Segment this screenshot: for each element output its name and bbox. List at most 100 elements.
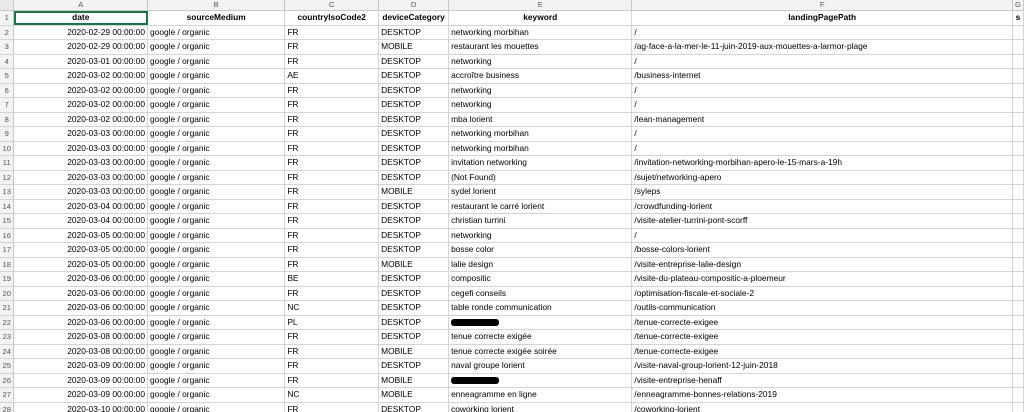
cell-keyword[interactable]: christian turrini (448, 213, 633, 229)
cell-empty[interactable] (1012, 329, 1024, 345)
cell-date[interactable]: 2020-03-03 00:00:00 (13, 170, 148, 185)
cell-country[interactable]: FR (284, 83, 380, 98)
cell-landing-page[interactable]: / (631, 97, 1014, 113)
cell-date[interactable]: 2020-03-02 00:00:00 (13, 68, 148, 84)
cell-source-medium[interactable]: google / organic (147, 344, 286, 359)
cell-keyword[interactable]: mba lorient (448, 112, 633, 127)
cell-country[interactable]: FR (284, 213, 380, 229)
cell-device[interactable]: MOBILE (378, 257, 450, 272)
cell-empty[interactable] (1012, 25, 1024, 40)
cell-device[interactable]: DESKTOP (378, 228, 450, 243)
cell-keyword[interactable]: compositic (448, 271, 633, 287)
cell-country[interactable]: FR (284, 402, 380, 412)
cell-date[interactable]: 2020-03-06 00:00:00 (13, 271, 148, 287)
cell-source-medium[interactable]: google / organic (147, 54, 286, 69)
cell-source-medium[interactable]: google / organic (147, 25, 286, 40)
cell-date[interactable]: 2020-03-09 00:00:00 (13, 387, 148, 403)
cell-keyword[interactable]: naval groupe lorient (448, 358, 633, 374)
header-cell-date[interactable]: date (13, 10, 148, 26)
cell-keyword[interactable]: cegefi conseils (448, 286, 633, 301)
cell-empty[interactable] (1012, 373, 1024, 388)
cell-source-medium[interactable]: google / organic (147, 228, 286, 243)
cell-device[interactable]: DESKTOP (378, 315, 450, 330)
cell-country[interactable]: FR (284, 155, 380, 171)
cell-date[interactable]: 2020-03-04 00:00:00 (13, 199, 148, 214)
cell-landing-page[interactable]: / (631, 83, 1014, 98)
row-number[interactable]: 26 (0, 373, 15, 388)
cell-date[interactable]: 2020-02-29 00:00:00 (13, 39, 148, 55)
cell-landing-page[interactable]: /syleps (631, 184, 1014, 200)
cell-source-medium[interactable]: google / organic (147, 170, 286, 185)
cell-date[interactable]: 2020-03-03 00:00:00 (13, 184, 148, 200)
cell-keyword[interactable]: networking (448, 54, 633, 69)
cell-country[interactable]: FR (284, 242, 380, 258)
cell-empty[interactable] (1012, 39, 1024, 55)
row-number[interactable]: 7 (0, 97, 15, 113)
cell-device[interactable]: DESKTOP (378, 25, 450, 40)
cell-keyword[interactable] (448, 373, 633, 388)
cell-landing-page[interactable]: /tenue-correcte-exigee (631, 329, 1014, 345)
cell-country[interactable]: FR (284, 25, 380, 40)
cell-device[interactable]: DESKTOP (378, 126, 450, 142)
cell-source-medium[interactable]: google / organic (147, 300, 286, 316)
cell-country[interactable]: FR (284, 184, 380, 200)
cell-landing-page[interactable]: /enneagramme-bonnes-relations-2019 (631, 387, 1014, 403)
cell-date[interactable]: 2020-03-05 00:00:00 (13, 242, 148, 258)
cell-source-medium[interactable]: google / organic (147, 358, 286, 374)
cell-source-medium[interactable]: google / organic (147, 271, 286, 287)
header-cell-sourcemedium[interactable]: sourceMedium (147, 10, 286, 26)
cell-source-medium[interactable]: google / organic (147, 97, 286, 113)
cell-empty[interactable] (1012, 68, 1024, 84)
cell-keyword[interactable]: restaurant les mouettes (448, 39, 633, 55)
cell-date[interactable]: 2020-03-10 00:00:00 (13, 402, 148, 412)
header-cell-landingpagepath[interactable]: landingPagePath (631, 10, 1014, 26)
cell-landing-page[interactable]: /coworking-lorient (631, 402, 1014, 412)
cell-country[interactable]: FR (284, 126, 380, 142)
row-number[interactable]: 14 (0, 199, 15, 214)
row-number[interactable]: 11 (0, 155, 15, 171)
cell-device[interactable]: DESKTOP (378, 402, 450, 412)
cell-source-medium[interactable]: google / organic (147, 126, 286, 142)
cell-keyword[interactable] (448, 315, 633, 330)
cell-country[interactable]: FR (284, 39, 380, 55)
cell-date[interactable]: 2020-02-29 00:00:00 (13, 25, 148, 40)
cell-device[interactable]: DESKTOP (378, 112, 450, 127)
cell-date[interactable]: 2020-03-02 00:00:00 (13, 112, 148, 127)
header-cell-devicecategory[interactable]: deviceCategory (378, 10, 450, 26)
cell-device[interactable]: DESKTOP (378, 83, 450, 98)
cell-landing-page[interactable]: /business-internet (631, 68, 1014, 84)
cell-device[interactable]: DESKTOP (378, 329, 450, 345)
cell-country[interactable]: FR (284, 373, 380, 388)
cell-device[interactable]: DESKTOP (378, 170, 450, 185)
cell-keyword[interactable]: coworking lorient (448, 402, 633, 412)
cell-source-medium[interactable]: google / organic (147, 373, 286, 388)
cell-device[interactable]: DESKTOP (378, 242, 450, 258)
cell-keyword[interactable]: tenue correcte exigée soirée (448, 344, 633, 359)
cell-country[interactable]: FR (284, 141, 380, 156)
cell-empty[interactable] (1012, 155, 1024, 171)
row-number[interactable]: 20 (0, 286, 15, 301)
cell-country[interactable]: FR (284, 199, 380, 214)
cell-keyword[interactable]: table ronde communication (448, 300, 633, 316)
cell-date[interactable]: 2020-03-02 00:00:00 (13, 83, 148, 98)
cell-country[interactable]: FR (284, 54, 380, 69)
cell-landing-page[interactable]: / (631, 141, 1014, 156)
cell-country[interactable]: NC (284, 387, 380, 403)
cell-empty[interactable] (1012, 358, 1024, 374)
cell-date[interactable]: 2020-03-06 00:00:00 (13, 315, 148, 330)
select-all-corner[interactable] (0, 0, 15, 11)
cell-landing-page[interactable]: /ag-face-a-la-mer-le-11-juin-2019-aux-mo… (631, 39, 1014, 55)
cell-device[interactable]: DESKTOP (378, 155, 450, 171)
cell-source-medium[interactable]: google / organic (147, 242, 286, 258)
column-header-c[interactable]: C (284, 0, 380, 11)
cell-device[interactable]: MOBILE (378, 344, 450, 359)
row-number[interactable]: 25 (0, 358, 15, 374)
cell-source-medium[interactable]: google / organic (147, 83, 286, 98)
cell-keyword[interactable]: networking (448, 97, 633, 113)
cell-country[interactable]: NC (284, 300, 380, 316)
cell-country[interactable]: FR (284, 228, 380, 243)
cell-keyword[interactable]: bosse color (448, 242, 633, 258)
cell-landing-page[interactable]: /optimisation-fiscale-et-sociale-2 (631, 286, 1014, 301)
row-number[interactable]: 10 (0, 141, 15, 156)
column-header-d[interactable]: D (378, 0, 450, 11)
